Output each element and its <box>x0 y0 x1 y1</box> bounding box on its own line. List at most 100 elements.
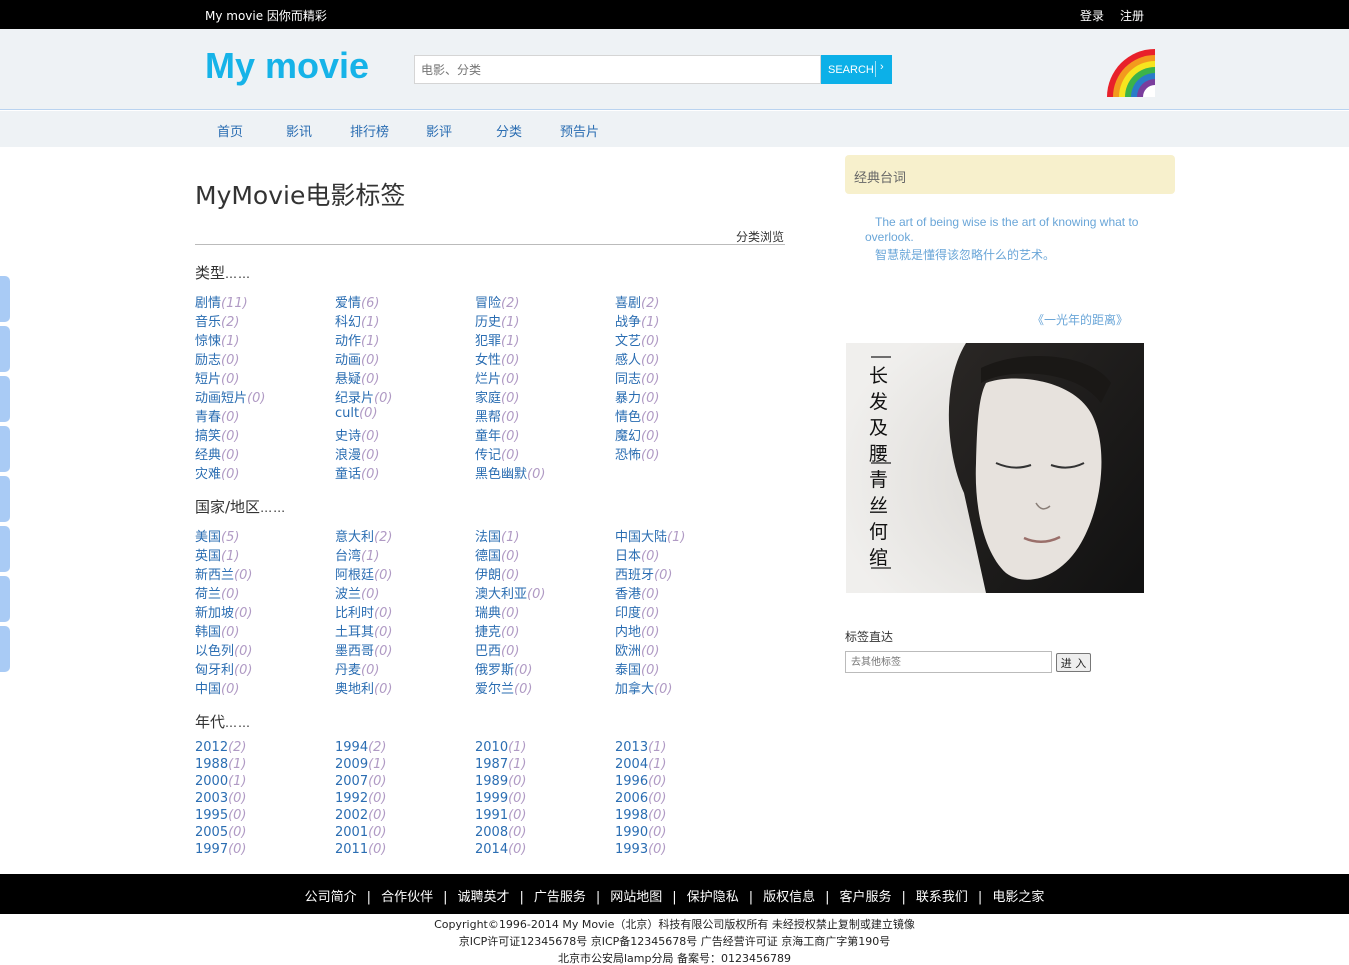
nav-trailers[interactable]: 预告片 <box>560 121 599 140</box>
tag-link[interactable]: 波兰(0) <box>335 583 379 602</box>
tag-link[interactable]: 史诗(0) <box>335 425 379 444</box>
tag-link[interactable]: 意大利(2) <box>335 526 392 545</box>
tag-link[interactable]: 犯罪(1) <box>475 330 519 349</box>
tag-link[interactable]: 动画短片(0) <box>195 387 265 406</box>
side-tab[interactable] <box>0 576 10 622</box>
tag-link[interactable]: 巴西(0) <box>475 640 519 659</box>
tag-link[interactable]: 澳大利亚(0) <box>475 583 545 602</box>
footer-link[interactable]: 版权信息 <box>763 890 815 905</box>
tag-search-input[interactable] <box>845 651 1052 673</box>
tag-link[interactable]: 传记(0) <box>475 444 519 463</box>
tag-link[interactable]: 童话(0) <box>335 463 379 482</box>
tag-link[interactable]: 2005(0) <box>195 825 247 840</box>
footer-link[interactable]: 公司简介 <box>305 890 357 905</box>
tag-link[interactable]: 1989(0) <box>475 774 527 789</box>
tag-link[interactable]: 1987(1) <box>475 757 527 772</box>
tag-link[interactable]: 战争(1) <box>615 311 659 330</box>
tag-link[interactable]: 捷克(0) <box>475 621 519 640</box>
register-link[interactable]: 注册 <box>1120 7 1144 24</box>
tag-go-button[interactable]: 进 入 <box>1056 653 1091 672</box>
tag-link[interactable]: 1992(0) <box>335 791 387 806</box>
tag-link[interactable]: 2011(0) <box>335 842 387 857</box>
tag-link[interactable]: 德国(0) <box>475 545 519 564</box>
tag-link[interactable]: 1999(0) <box>475 791 527 806</box>
tag-link[interactable]: 以色列(0) <box>195 640 252 659</box>
browse-categories-link[interactable]: 分类浏览 <box>736 228 784 245</box>
footer-link[interactable]: 诚聘英才 <box>457 890 509 905</box>
site-logo[interactable]: My movie <box>205 45 369 87</box>
tag-link[interactable]: 文艺(0) <box>615 330 659 349</box>
tag-link[interactable]: 同志(0) <box>615 368 659 387</box>
tag-link[interactable]: 惊悚(1) <box>195 330 239 349</box>
tag-link[interactable]: 香港(0) <box>615 583 659 602</box>
side-tab[interactable] <box>0 276 10 322</box>
tag-link[interactable]: 1991(0) <box>475 808 527 823</box>
tag-link[interactable]: 1993(0) <box>615 842 667 857</box>
tag-link[interactable]: 2004(1) <box>615 757 667 772</box>
tag-link[interactable]: 2003(0) <box>195 791 247 806</box>
tag-link[interactable]: 纪录片(0) <box>335 387 392 406</box>
tag-link[interactable]: 1998(0) <box>615 808 667 823</box>
tag-link[interactable]: 烂片(0) <box>475 368 519 387</box>
tag-link[interactable]: 俄罗斯(0) <box>475 659 532 678</box>
side-tab[interactable] <box>0 626 10 672</box>
movie-poster-image[interactable]: 长发及腰 青丝何绾 <box>846 343 1144 593</box>
tag-link[interactable]: 中国(0) <box>195 678 239 697</box>
tag-link[interactable]: 加拿大(0) <box>615 678 672 697</box>
tag-link[interactable]: 黑色幽默(0) <box>475 463 545 482</box>
tag-link[interactable]: 欧洲(0) <box>615 640 659 659</box>
tag-link[interactable]: 经典(0) <box>195 444 239 463</box>
login-link[interactable]: 登录 <box>1080 7 1104 24</box>
tag-link[interactable]: 爱尔兰(0) <box>475 678 532 697</box>
tag-link[interactable]: 动画(0) <box>335 349 379 368</box>
tag-link[interactable]: 2014(0) <box>475 842 527 857</box>
tag-link[interactable]: 土耳其(0) <box>335 621 392 640</box>
footer-link[interactable]: 保护隐私 <box>687 890 739 905</box>
tag-link[interactable]: 1988(1) <box>195 757 247 772</box>
tag-link[interactable]: 2000(1) <box>195 774 247 789</box>
nav-categories[interactable]: 分类 <box>496 121 522 140</box>
tag-link[interactable]: 2013(1) <box>615 740 667 755</box>
tag-link[interactable]: cult(0) <box>335 406 378 421</box>
tag-link[interactable]: 动作(1) <box>335 330 379 349</box>
tag-link[interactable]: 喜剧(2) <box>615 292 659 311</box>
tag-link[interactable]: 悬疑(0) <box>335 368 379 387</box>
tag-link[interactable]: 童年(0) <box>475 425 519 444</box>
footer-link[interactable]: 广告服务 <box>534 890 586 905</box>
footer-link[interactable]: 合作伙伴 <box>381 890 433 905</box>
side-tab[interactable] <box>0 376 10 422</box>
tag-link[interactable]: 黑帮(0) <box>475 406 519 425</box>
tag-link[interactable]: 2008(0) <box>475 825 527 840</box>
tag-link[interactable]: 2006(0) <box>615 791 667 806</box>
tag-link[interactable]: 荷兰(0) <box>195 583 239 602</box>
tag-link[interactable]: 1997(0) <box>195 842 247 857</box>
tag-link[interactable]: 浪漫(0) <box>335 444 379 463</box>
nav-news[interactable]: 影讯 <box>286 121 312 140</box>
tag-link[interactable]: 女性(0) <box>475 349 519 368</box>
tag-link[interactable]: 比利时(0) <box>335 602 392 621</box>
tag-link[interactable]: 阿根廷(0) <box>335 564 392 583</box>
tag-link[interactable]: 1990(0) <box>615 825 667 840</box>
tag-link[interactable]: 匈牙利(0) <box>195 659 252 678</box>
tag-link[interactable]: 奥地利(0) <box>335 678 392 697</box>
tag-link[interactable]: 瑞典(0) <box>475 602 519 621</box>
tag-link[interactable]: 剧情(11) <box>195 292 248 311</box>
tag-link[interactable]: 2009(1) <box>335 757 387 772</box>
tag-link[interactable]: 印度(0) <box>615 602 659 621</box>
tag-link[interactable]: 法国(1) <box>475 526 519 545</box>
tag-link[interactable]: 家庭(0) <box>475 387 519 406</box>
tag-link[interactable]: 1995(0) <box>195 808 247 823</box>
tag-link[interactable]: 感人(0) <box>615 349 659 368</box>
tag-link[interactable]: 2010(1) <box>475 740 527 755</box>
footer-link[interactable]: 网站地图 <box>610 890 662 905</box>
footer-link[interactable]: 客户服务 <box>840 890 892 905</box>
tag-link[interactable]: 青春(0) <box>195 406 239 425</box>
tag-link[interactable]: 2007(0) <box>335 774 387 789</box>
tag-link[interactable]: 爱情(6) <box>335 292 379 311</box>
tag-link[interactable]: 历史(1) <box>475 311 519 330</box>
search-button[interactable]: SEARCH › <box>821 55 892 84</box>
tag-link[interactable]: 科幻(1) <box>335 311 379 330</box>
nav-ranking[interactable]: 排行榜 <box>350 121 389 140</box>
tag-link[interactable]: 暴力(0) <box>615 387 659 406</box>
search-input[interactable] <box>414 55 821 84</box>
